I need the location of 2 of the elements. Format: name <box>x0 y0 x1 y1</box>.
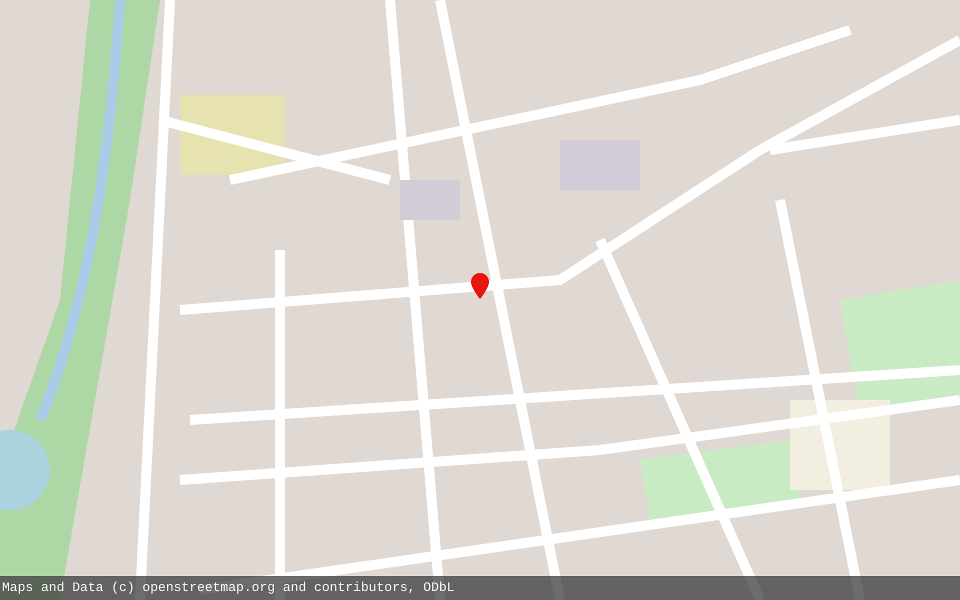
map-attribution: Maps and Data (c) openstreetmap.org and contributors, ODbL <box>0 576 960 600</box>
map-marker-icon[interactable] <box>471 273 489 299</box>
